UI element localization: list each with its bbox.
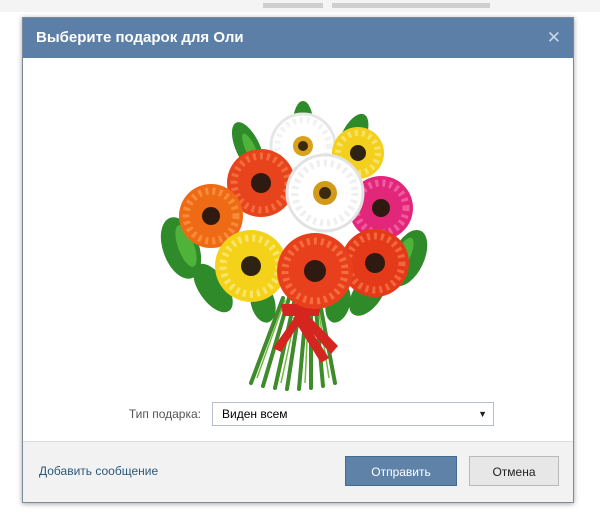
flower-bouquet-icon (160, 101, 428, 391)
dialog-title: Выберите подарок для Оли (36, 29, 244, 46)
dialog-header: Выберите подарок для Оли ✕ (23, 18, 573, 58)
screen: Выберите подарок для Оли ✕ Тип подарка: … (0, 0, 600, 530)
dialog-footer: Добавить сообщение Отправить Отмена (23, 441, 573, 502)
gift-type-value: Виден всем (222, 407, 288, 421)
gift-type-select[interactable]: Виден всем ▼ (212, 402, 494, 426)
add-message-link[interactable]: Добавить сообщение (39, 442, 158, 500)
gift-type-row: Тип подарка: Виден всем ▼ (23, 400, 573, 428)
cancel-button[interactable]: Отмена (469, 456, 559, 486)
chevron-down-icon[interactable]: ▼ (478, 403, 487, 425)
close-icon[interactable]: ✕ (547, 18, 561, 58)
gift-dialog: Выберите подарок для Оли ✕ Тип подарка: … (22, 17, 574, 503)
background-page-strip (0, 0, 600, 12)
gift-type-label: Тип подарка: (128, 407, 201, 421)
send-button[interactable]: Отправить (345, 456, 457, 486)
